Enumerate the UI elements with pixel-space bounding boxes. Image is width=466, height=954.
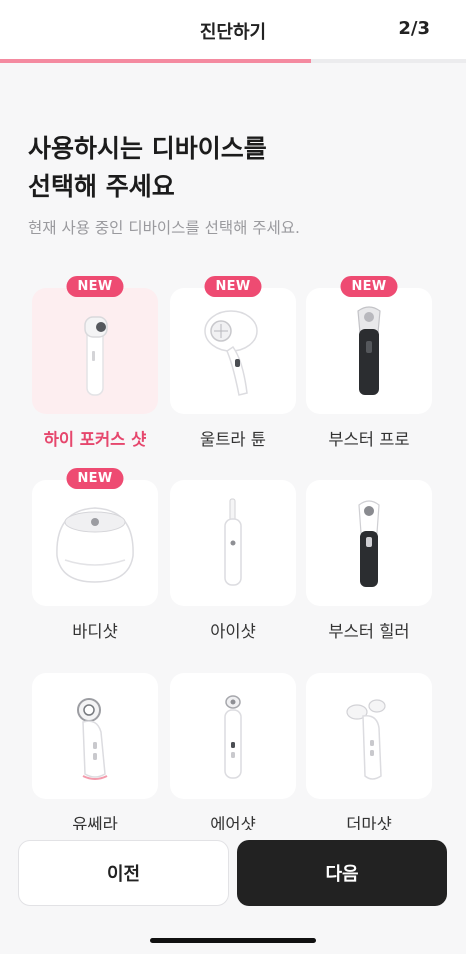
next-button[interactable]: 다음 — [237, 840, 447, 906]
step-indicator: 2/3 — [398, 18, 430, 39]
device-card[interactable] — [170, 673, 296, 799]
progress-bar — [0, 59, 466, 63]
dome-device-icon — [56, 507, 134, 583]
device-label: 아이샷 — [210, 622, 256, 641]
device-card[interactable]: NEW — [32, 468, 158, 606]
device-card[interactable] — [306, 673, 432, 799]
previous-button[interactable]: 이전 — [18, 840, 229, 906]
device-grid: NEW 하이 포커스 샷 NEW 울트라 튠 NEW 부스터 프로 NEW 바디… — [32, 276, 434, 838]
new-badge: NEW — [66, 468, 124, 489]
page-title: 진단하기 — [199, 22, 267, 43]
device-option-ulthera[interactable]: 유쎄라 — [32, 673, 158, 835]
device-label: 울트라 튠 — [200, 430, 266, 449]
device-card[interactable] — [170, 480, 296, 606]
app-header: 진단하기 2/3 — [0, 0, 466, 60]
device-label: 부스터 힐러 — [328, 622, 410, 641]
device-option-air-shot[interactable]: 에어샷 — [170, 673, 296, 835]
bottom-action-bar: 이전 다음 — [0, 830, 466, 954]
device-option-booster-pro[interactable]: NEW 부스터 프로 — [306, 276, 432, 450]
device-card[interactable] — [306, 480, 432, 606]
device-option-derma-shot[interactable]: 더마샷 — [306, 673, 432, 835]
device-option-high-focus-shot[interactable]: NEW 하이 포커스 샷 — [32, 276, 158, 450]
wand-device-icon — [84, 316, 108, 396]
handheld-device-icon — [204, 310, 258, 396]
airshot-device-icon — [224, 695, 242, 779]
new-badge: NEW — [66, 276, 124, 297]
device-card[interactable] — [32, 673, 158, 799]
device-option-eye-shot[interactable]: 아이샷 — [170, 480, 296, 642]
device-card[interactable]: NEW — [306, 276, 432, 414]
booster-pro-icon — [357, 306, 381, 395]
heading-line-1: 사용하시는 디바이스를 — [28, 134, 267, 163]
pen-device-icon — [224, 498, 242, 586]
progress-bar-fill — [0, 59, 311, 63]
new-badge: NEW — [340, 276, 398, 297]
device-label: 하이 포커스 샷 — [43, 430, 147, 449]
device-label: 바디샷 — [72, 622, 118, 641]
device-card[interactable]: NEW — [32, 276, 158, 414]
main-heading: 사용하시는 디바이스를 선택해 주세요 — [28, 130, 428, 206]
ultherapy-device-icon — [77, 698, 108, 780]
device-label: 부스터 프로 — [328, 430, 410, 449]
device-option-body-shot[interactable]: NEW 바디샷 — [32, 468, 158, 642]
home-indicator — [150, 938, 316, 943]
subheading: 현재 사용 중인 디바이스를 선택해 주세요. — [28, 219, 300, 237]
new-badge: NEW — [204, 276, 262, 297]
device-option-ultra-tune[interactable]: NEW 울트라 튠 — [170, 276, 296, 450]
booster-healer-icon — [358, 500, 380, 587]
dermashot-device-icon — [346, 699, 386, 780]
device-card[interactable]: NEW — [170, 276, 296, 414]
heading-line-2: 선택해 주세요 — [28, 172, 175, 201]
device-option-booster-healer[interactable]: 부스터 힐러 — [306, 480, 432, 642]
